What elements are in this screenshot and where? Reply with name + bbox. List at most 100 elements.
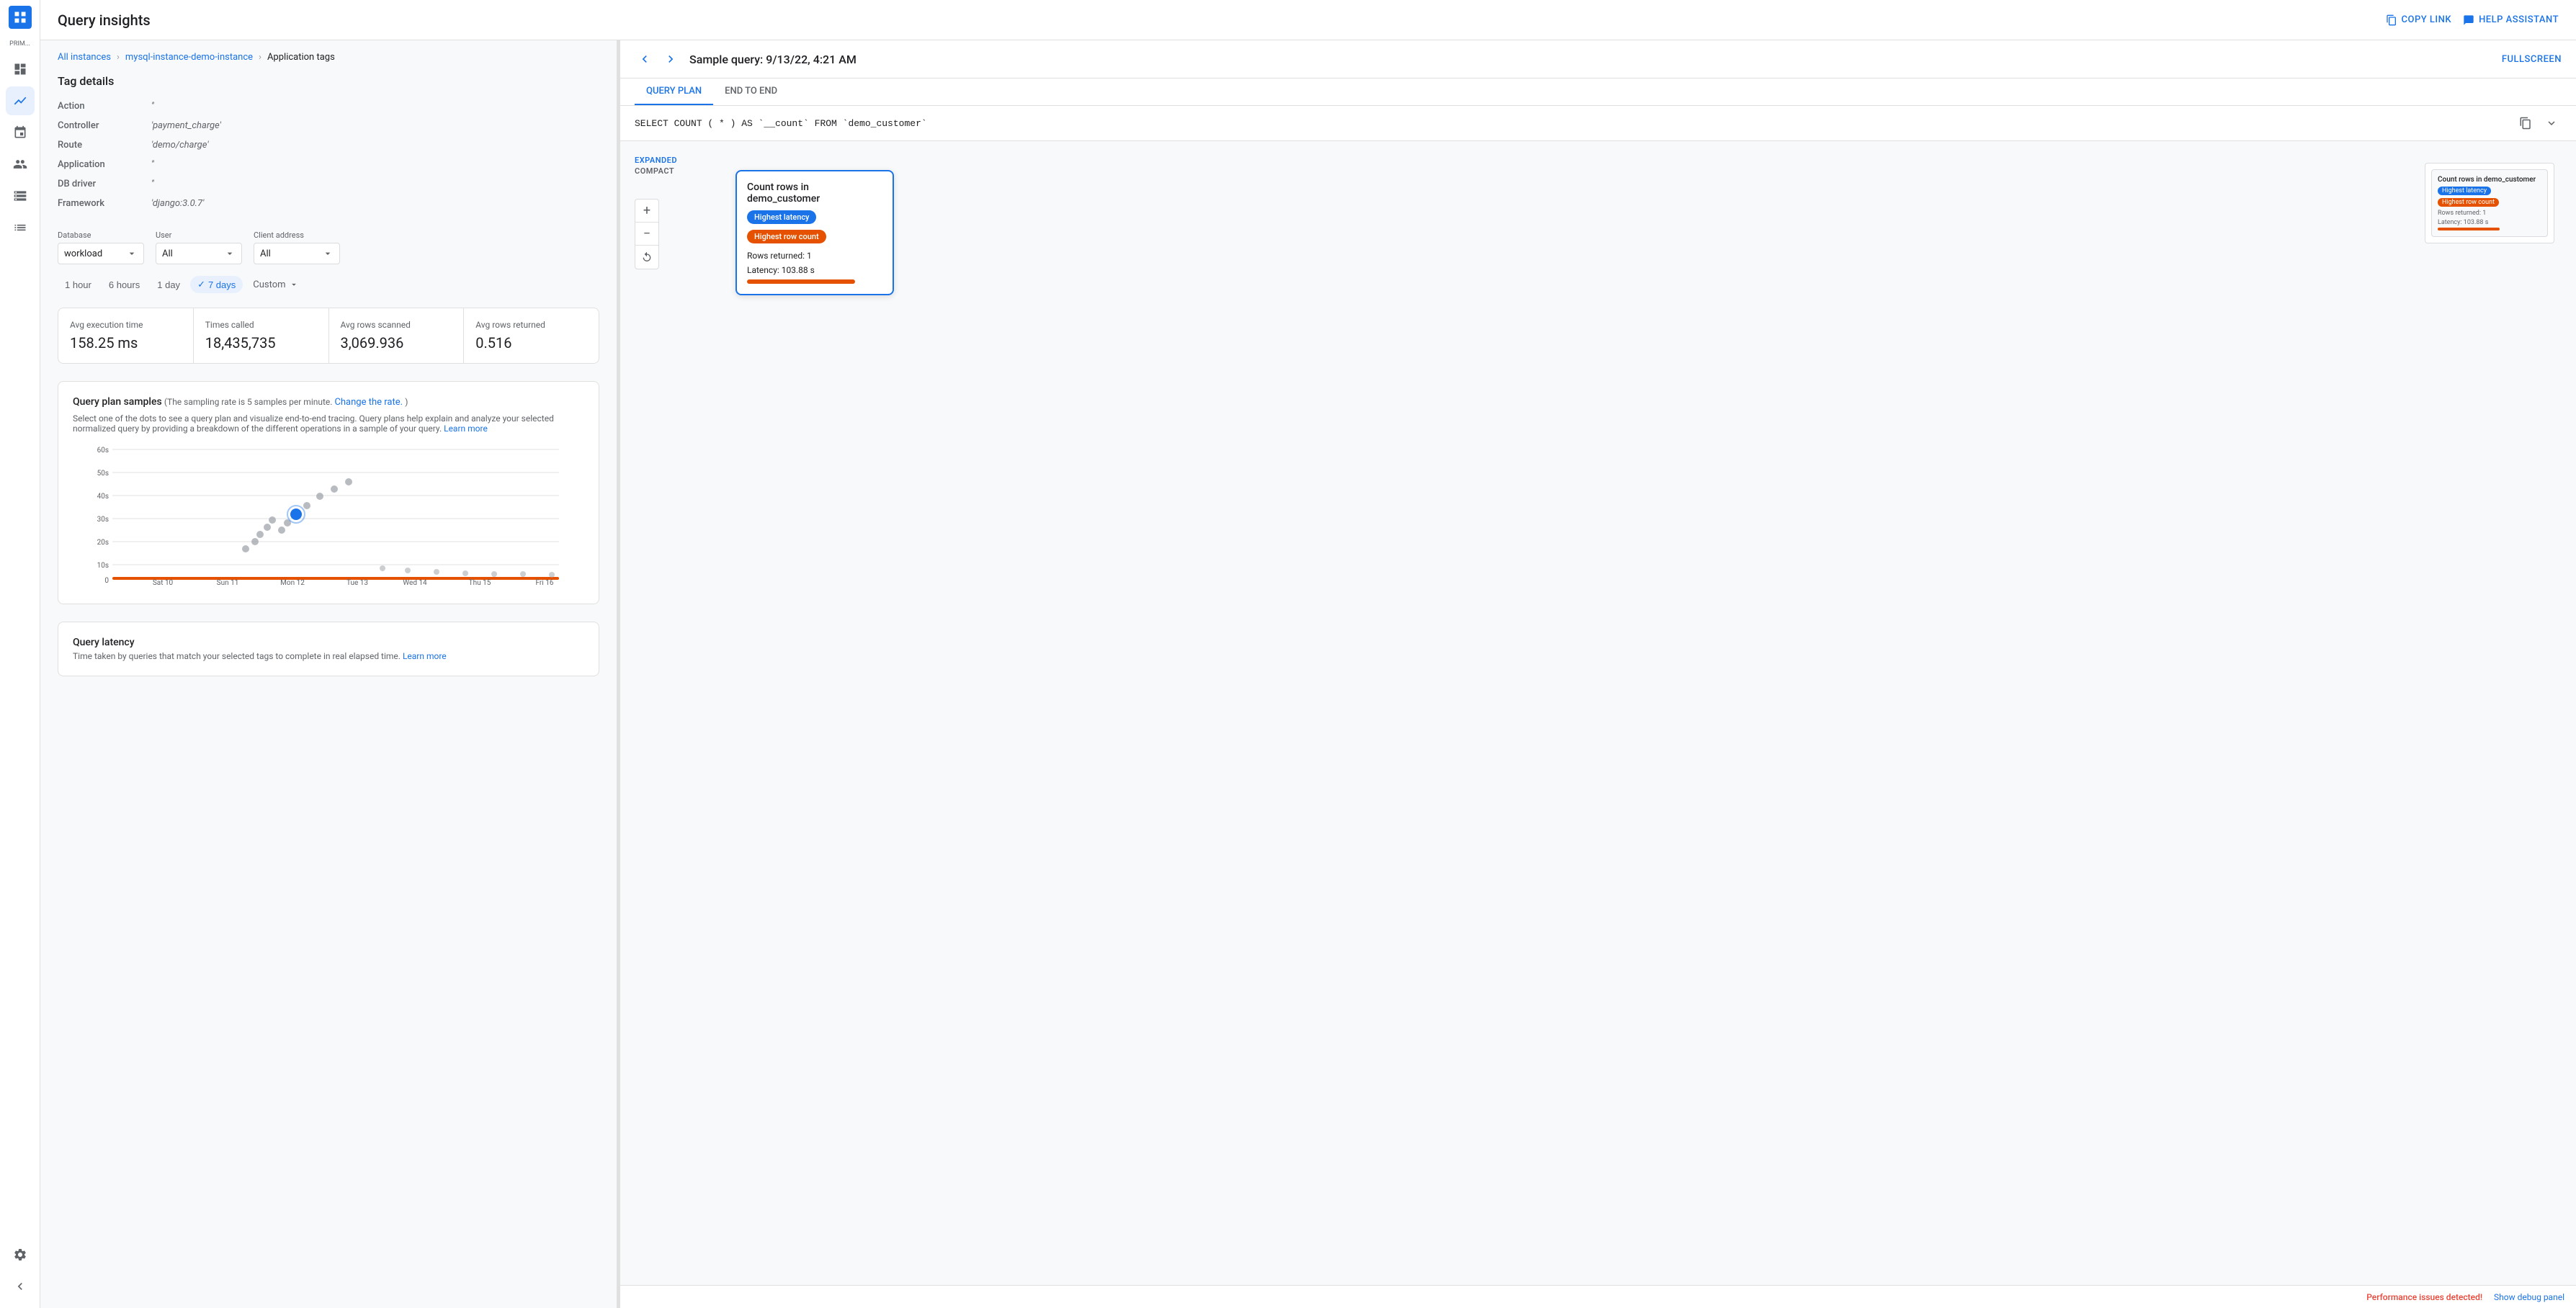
- sidebar-item-expand[interactable]: [6, 1272, 35, 1301]
- tag-label-application: Application: [58, 159, 151, 170]
- user-select[interactable]: All: [156, 243, 242, 264]
- query-latency-card: Query latency Time taken by queries that…: [58, 622, 599, 676]
- query-plan-chart[interactable]: 60s 50s 40s 30s 20s 10s 0: [73, 442, 584, 586]
- mini-map: Count rows in demo_customer Highest late…: [2425, 163, 2554, 243]
- expand-sql-button[interactable]: [2541, 113, 2562, 133]
- custom-time-btn[interactable]: Custom: [246, 277, 305, 293]
- breadcrumb-sep-1: ›: [117, 52, 120, 63]
- mini-node-title: Count rows in demo_customer: [2438, 176, 2541, 184]
- learn-more-link[interactable]: Learn more: [444, 424, 488, 434]
- zoom-out-button[interactable]: −: [635, 223, 658, 246]
- tag-value-controller: 'payment_charge': [151, 120, 221, 131]
- stat-label-scanned: Avg rows scanned: [341, 320, 452, 330]
- sidebar-item-users[interactable]: [6, 150, 35, 179]
- copy-sql-button[interactable]: [2515, 113, 2536, 133]
- node-card[interactable]: Count rows in demo_customer Highest late…: [735, 170, 894, 295]
- breadcrumb-sep-2: ›: [259, 52, 261, 63]
- compact-view-toggle[interactable]: COMPACT: [635, 166, 677, 176]
- fullscreen-button[interactable]: FULLSCREEN: [2502, 54, 2562, 65]
- filter-user: User All: [156, 230, 242, 264]
- expanded-view-toggle[interactable]: EXPANDED: [635, 156, 677, 165]
- mini-latency-bar: [2438, 228, 2500, 230]
- client-address-select[interactable]: All: [254, 243, 340, 264]
- tab-end-to-end[interactable]: END TO END: [713, 79, 789, 105]
- svg-text:50s: 50s: [97, 470, 109, 478]
- nav-next-button[interactable]: [661, 49, 681, 69]
- mini-latency: Latency: 103.88 s: [2438, 219, 2541, 226]
- svg-text:Tue 13: Tue 13: [346, 579, 368, 586]
- breadcrumb-current: Application tags: [267, 52, 335, 63]
- tag-label-route: Route: [58, 140, 151, 151]
- svg-text:Sun 11: Sun 11: [217, 579, 239, 586]
- query-plan-samples-card: Query plan samples (The sampling rate is…: [58, 381, 599, 604]
- tag-details-title: Tag details: [58, 74, 599, 88]
- highest-row-count-badge[interactable]: Highest row count: [747, 230, 826, 243]
- tag-row-dbdriver: DB driver '': [58, 174, 599, 194]
- tag-row-controller: Controller 'payment_charge': [58, 116, 599, 135]
- stat-avg-rows-returned: Avg rows returned 0.516: [464, 308, 599, 363]
- tag-row-application: Application '': [58, 155, 599, 174]
- database-select[interactable]: workload: [58, 243, 144, 264]
- stat-value-scanned: 3,069.936: [341, 334, 452, 351]
- status-bar: Performance issues detected! Show debug …: [620, 1285, 2576, 1308]
- sql-query: SELECT COUNT ( * ) AS `__count` FROM `de…: [635, 118, 927, 129]
- time-btn-6hours[interactable]: 6 hours: [102, 277, 147, 293]
- change-rate-link[interactable]: Change the rate.: [334, 397, 403, 408]
- query-latency-learn-more[interactable]: Learn more: [403, 651, 447, 661]
- svg-text:20s: 20s: [97, 539, 109, 547]
- latency-stat: Latency: 103.88 s: [747, 265, 882, 275]
- help-assistant-button[interactable]: HELP ASSISTANT: [2463, 14, 2559, 26]
- right-tabs: QUERY PLAN END TO END: [620, 79, 2576, 106]
- right-panel-header: Sample query: 9/13/22, 4:21 AM FULLSCREE…: [620, 40, 2576, 79]
- sidebar-item-settings[interactable]: [6, 1240, 35, 1269]
- node-title: Count rows in demo_customer: [747, 182, 882, 205]
- show-debug-panel-link[interactable]: Show debug panel: [2494, 1292, 2564, 1302]
- latency-bar: [747, 279, 855, 284]
- zoom-in-button[interactable]: +: [635, 200, 658, 223]
- stat-avg-exec-time: Avg execution time 158.25 ms: [58, 308, 193, 363]
- svg-text:Sat 10: Sat 10: [153, 579, 174, 586]
- sampling-close: ): [405, 397, 408, 407]
- sidebar-item-dashboard[interactable]: [6, 55, 35, 84]
- zoom-controls: + −: [635, 199, 659, 269]
- sidebar-item-analytics[interactable]: [6, 86, 35, 115]
- filter-database-label: Database: [58, 230, 144, 240]
- nav-arrows: [635, 49, 681, 69]
- sampling-note: (The sampling rate is 5 samples per minu…: [164, 397, 335, 407]
- nav-prev-button[interactable]: [635, 49, 655, 69]
- time-btn-7days[interactable]: ✓ 7 days: [190, 276, 243, 293]
- rows-returned-stat: Rows returned: 1: [747, 251, 882, 261]
- breadcrumb-instance[interactable]: mysql-instance-demo-instance: [125, 52, 253, 63]
- stat-label-exec: Avg execution time: [70, 320, 182, 330]
- tab-query-plan[interactable]: QUERY PLAN: [635, 79, 713, 105]
- chart-area: 60s 50s 40s 30s 20s 10s 0: [73, 442, 584, 589]
- time-range: 1 hour 6 hours 1 day ✓ 7 days Custom: [58, 276, 599, 293]
- breadcrumb-all-instances[interactable]: All instances: [58, 52, 111, 63]
- highest-latency-badge[interactable]: Highest latency: [747, 210, 816, 224]
- tag-row-route: Route 'demo/charge': [58, 135, 599, 155]
- topbar-actions: COPY LINK HELP ASSISTANT: [2386, 14, 2559, 26]
- stat-label-called: Times called: [205, 320, 317, 330]
- svg-text:Wed 14: Wed 14: [403, 579, 427, 586]
- query-plan-header: Query plan samples (The sampling rate is…: [73, 396, 584, 408]
- sidebar-item-storage[interactable]: [6, 182, 35, 210]
- sql-bar: SELECT COUNT ( * ) AS `__count` FROM `de…: [620, 106, 2576, 141]
- time-btn-1day[interactable]: 1 day: [150, 277, 187, 293]
- filter-database: Database workload: [58, 230, 144, 264]
- perf-issues-label: Performance issues detected!: [2366, 1292, 2482, 1302]
- svg-text:10s: 10s: [97, 562, 109, 570]
- app-logo[interactable]: [9, 6, 32, 29]
- svg-text:40s: 40s: [97, 493, 109, 501]
- sidebar-item-list[interactable]: [6, 213, 35, 242]
- filter-user-label: User: [156, 230, 242, 240]
- page-title: Query insights: [58, 12, 151, 29]
- tag-label-framework: Framework: [58, 198, 151, 209]
- sidebar-item-connections[interactable]: [6, 118, 35, 147]
- filter-client-address: Client address All: [254, 230, 340, 264]
- database-value: workload: [64, 248, 102, 259]
- svg-text:Thu 15: Thu 15: [469, 579, 491, 586]
- filter-client-address-label: Client address: [254, 230, 340, 240]
- time-btn-1hour[interactable]: 1 hour: [58, 277, 99, 293]
- copy-link-button[interactable]: COPY LINK: [2386, 14, 2452, 26]
- reset-zoom-button[interactable]: [635, 246, 658, 269]
